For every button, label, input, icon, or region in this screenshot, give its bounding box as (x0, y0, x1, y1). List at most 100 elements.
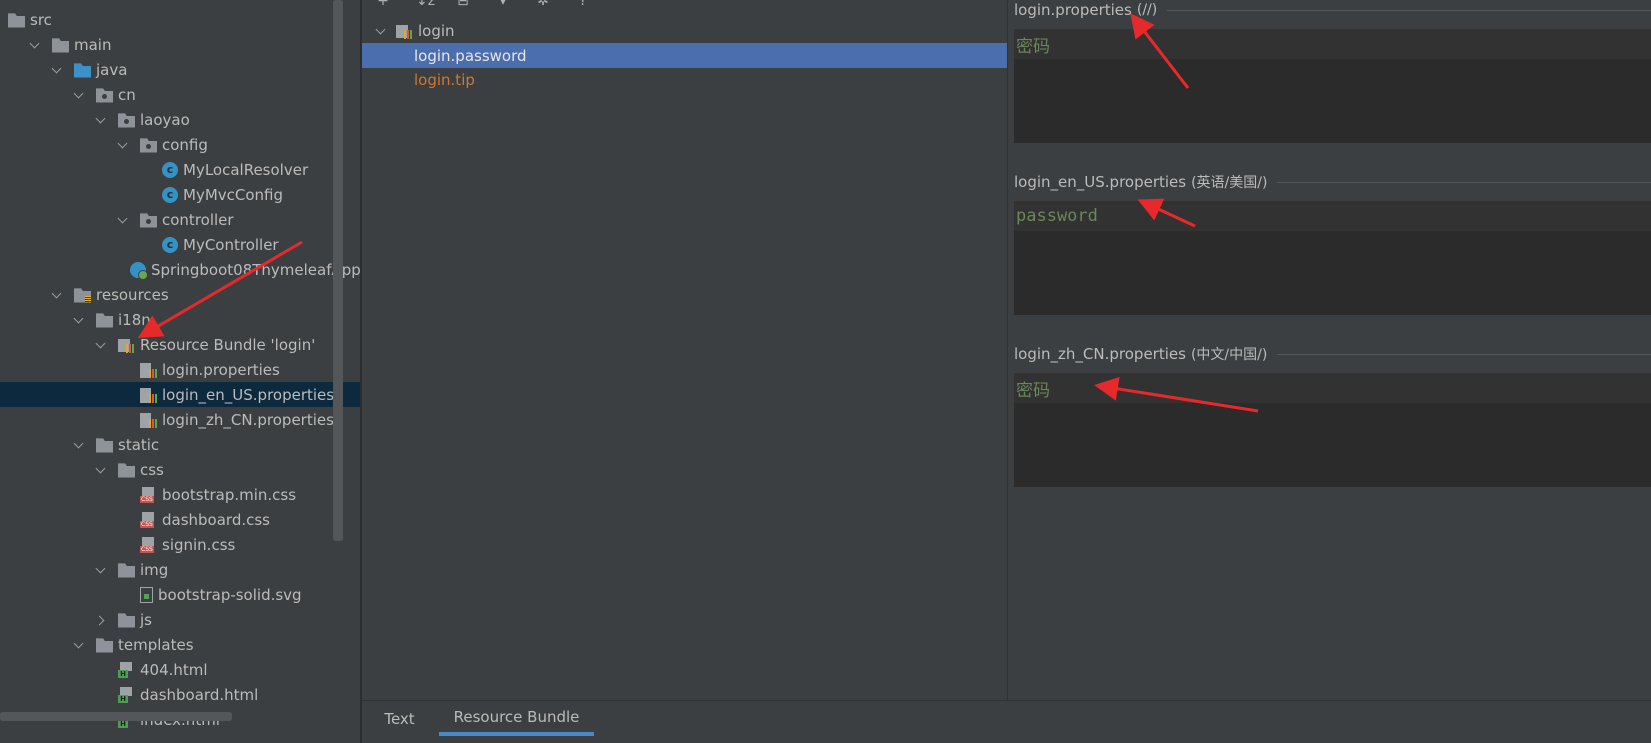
tree-item[interactable]: Resource Bundle 'login' (0, 332, 361, 357)
tree-item-label: dashboard.html (140, 685, 259, 704)
java-class-icon: c (162, 236, 178, 253)
tree-vertical-scrollbar[interactable] (333, 0, 343, 541)
tree-item[interactable]: signin.css (0, 532, 361, 557)
tree-item[interactable]: config (0, 132, 361, 157)
tree-item-label: src (30, 10, 52, 29)
tree-item[interactable]: c MyMvcConfig (0, 182, 361, 207)
java-class-icon: c (162, 186, 178, 203)
resource-bundle-icon (396, 22, 413, 39)
tree-item[interactable]: bootstrap-solid.svg (0, 582, 361, 607)
group-icon[interactable]: ⊟ (456, 0, 470, 9)
html-file-icon (118, 661, 135, 678)
bundle-key-row[interactable]: login.tip (362, 67, 1007, 92)
tree-item[interactable]: Springboot08ThymeleafApplication (0, 257, 361, 282)
tree-item[interactable]: laoyao (0, 107, 361, 132)
tree-item-label: MyLocalResolver (183, 160, 309, 179)
tree-item[interactable]: main (0, 32, 361, 57)
chevron-down-icon[interactable] (376, 26, 386, 36)
tree-item[interactable]: i18n (0, 307, 361, 332)
css-file-icon (140, 486, 157, 503)
tab-text[interactable]: Text (362, 701, 437, 736)
chevron-down-icon[interactable] (96, 465, 106, 475)
tree-item-label: MyMvcConfig (183, 185, 284, 204)
keys-toolbar: + ↓z ⊟ ▾ ✲? (362, 0, 1007, 12)
package-icon (140, 138, 157, 153)
tree-horizontal-scrollbar[interactable] (0, 712, 232, 721)
locale-section-header: login_en_US.properties (英语/美国/) (1014, 172, 1651, 192)
folder-icon (118, 563, 135, 578)
tree-item[interactable]: cn (0, 82, 361, 107)
tab-resource-bundle[interactable]: Resource Bundle (439, 701, 594, 736)
tree-item-label: bootstrap-solid.svg (158, 585, 302, 604)
bundle-key-row[interactable]: login.password (362, 43, 1007, 68)
locale-value-editor[interactable]: password (1014, 201, 1651, 315)
tree-item[interactable]: bootstrap.min.css (0, 482, 361, 507)
tree-item[interactable]: img (0, 557, 361, 582)
settings-icon[interactable]: ✲ (536, 0, 550, 9)
chevron-down-icon[interactable] (74, 440, 84, 450)
bundle-root-label: login (418, 21, 455, 40)
locale-file-name: login_zh_CN.properties (1014, 345, 1186, 363)
editor-bottom-tabs: Text Resource Bundle (362, 700, 1651, 743)
tree-item-label: Resource Bundle 'login' (140, 335, 316, 354)
section-divider (1277, 181, 1651, 183)
sort-alpha-icon[interactable]: ↓z (416, 0, 435, 9)
bundle-root-row[interactable]: login (362, 18, 1007, 43)
chevron-down-icon[interactable] (74, 640, 84, 650)
tree-item[interactable]: c MyLocalResolver (0, 157, 361, 182)
folder-icon (96, 313, 113, 328)
section-divider (1277, 353, 1651, 355)
locale-value-editor[interactable]: 密码 (1014, 373, 1651, 487)
properties-file-icon (140, 361, 157, 378)
tree-item[interactable]: 404.html (0, 657, 361, 682)
resource-bundle-icon (118, 336, 135, 353)
tree-item[interactable]: src (0, 7, 361, 32)
chevron-down-icon[interactable] (30, 40, 40, 50)
chevron-down-icon[interactable] (74, 90, 84, 100)
tree-item[interactable]: dashboard.css (0, 507, 361, 532)
css-file-icon (140, 536, 157, 553)
locale-value-editor[interactable]: 密码 (1014, 29, 1651, 143)
chevron-down-icon[interactable] (96, 565, 106, 575)
add-icon[interactable]: + (376, 0, 390, 9)
tree-item[interactable]: css (0, 457, 361, 482)
chevron-down-icon[interactable] (52, 65, 62, 75)
chevron-down-icon[interactable] (118, 140, 128, 150)
tree-item[interactable]: login.properties (0, 357, 361, 382)
tree-item[interactable]: java (0, 57, 361, 82)
dropdown-icon[interactable]: ▾ (496, 0, 510, 9)
locale-name: (英语/美国/) (1191, 175, 1268, 191)
chevron-down-icon[interactable] (96, 340, 106, 350)
tree-item[interactable]: dashboard.html (0, 682, 361, 707)
tree-item-label: bootstrap.min.css (162, 485, 297, 504)
tree-item[interactable]: controller (0, 207, 361, 232)
locale-value-text[interactable]: 密码 (1014, 29, 1651, 59)
tree-item[interactable]: login_zh_CN.properties (0, 407, 361, 432)
folder-icon (8, 13, 25, 28)
locale-name: (//) (1136, 2, 1158, 18)
tree-item[interactable]: js (0, 607, 361, 632)
source-folder-icon (74, 63, 91, 78)
tree-item-label: signin.css (162, 535, 236, 554)
tree-item[interactable]: resources (0, 282, 361, 307)
locale-value-text[interactable]: 密码 (1014, 373, 1651, 403)
chevron-down-icon[interactable] (118, 215, 128, 225)
resource-bundle-values-panel: login.properties (//) 密码 login_en_US.proper… (1007, 0, 1651, 700)
folder-icon (96, 638, 113, 653)
chevron-right-icon[interactable] (96, 615, 106, 625)
chevron-down-icon[interactable] (96, 115, 106, 125)
tree-item[interactable]: c MyController (0, 232, 361, 257)
chevron-down-icon[interactable] (74, 315, 84, 325)
help-icon[interactable]: ? (576, 0, 590, 9)
locale-value-text[interactable]: password (1014, 201, 1651, 231)
tree-item[interactable]: templates (0, 632, 361, 657)
tab-text-label: Text (384, 709, 415, 728)
tree-item[interactable]: static (0, 432, 361, 457)
tree-item-label: login.properties (162, 360, 280, 379)
tree-item[interactable]: login_en_US.properties (0, 382, 361, 407)
chevron-down-icon[interactable] (52, 290, 62, 300)
